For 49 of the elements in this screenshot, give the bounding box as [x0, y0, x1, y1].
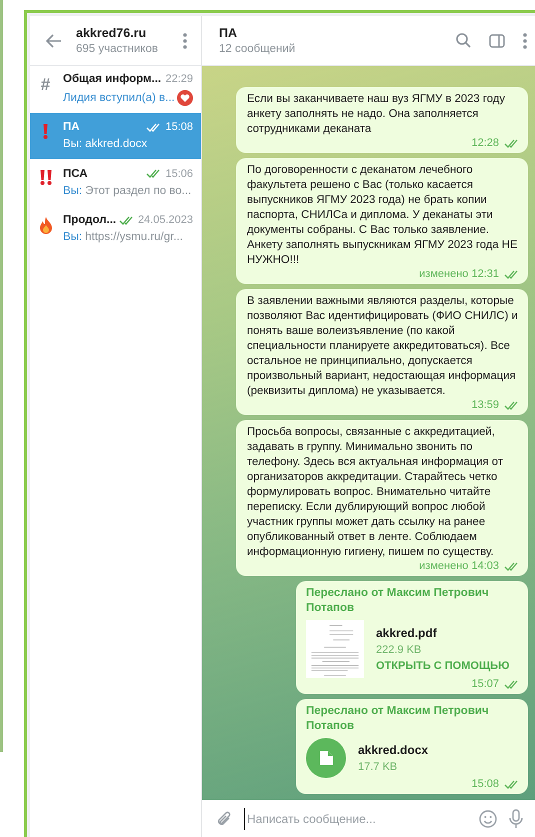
- document-thumbnail[interactable]: [306, 620, 364, 678]
- back-arrow-icon[interactable]: [46, 34, 62, 48]
- chat-name: Продол...: [63, 214, 116, 226]
- file-icon[interactable]: [306, 738, 346, 778]
- chat-title: ПА: [219, 26, 238, 40]
- attach-icon[interactable]: [216, 810, 232, 828]
- exclamation-icon: [43, 124, 48, 138]
- message-time: 13:59: [471, 399, 499, 412]
- message-text: По договоренности с деканатом лечебного факультета решено с Вас (только касается выпускников ЯГМУ 2023 года) не брать копии паспорта, СНИЛСа и диплома. У деканаты эти документы собраны. С Вас только заявление. Анкету заполнять выпускникам ЯГМУ 2023 года НЕ НУЖНО!!!: [247, 163, 519, 268]
- chat-name: Общая информ...: [63, 72, 162, 85]
- chat-time: 15:06: [165, 168, 193, 180]
- message-text: В заявлении важными являются разделы, которые позволяют Вас идентифицировать (ФИО СНИЛС) и понять ваше волеизъявление (по какой специальности планируете аккредитоваться). Все остальное не принципиально, допускается произвольный вариант, недостающая информация (реквизиты диплома) не указывается.: [247, 294, 519, 399]
- fire-icon: [38, 216, 52, 234]
- chat-time: 15:08: [165, 121, 193, 134]
- hash-icon: #: [40, 77, 50, 93]
- message-text: Просьба вопросы, связанные с аккредитацией, задавать в группу. Минимально звонить по телефону. Здесь вся актуальная информация от организаторов аккредитации. Старайтесь четко формулировать вопрос. Внимательно читайте переписку. Если дублирующий вопрос любой участник группы может дать ссылку на ранее опубликованный ответ в ленте. Соблюдаем информационную гигиену, пишем по существу.: [247, 425, 504, 560]
- search-icon[interactable]: [456, 33, 471, 48]
- more-icon[interactable]: [183, 32, 187, 48]
- more-icon[interactable]: [523, 32, 527, 48]
- chat-list-item[interactable]: Продол... 24.05.2023 Вы: https://ysmu.ru/gr...: [30, 206, 201, 252]
- message-text: Если вы заканчиваете наш вуз ЯГМУ в 2023 году анкету заполнять не надо. Она заполняется сотрудниками деканата: [247, 92, 506, 137]
- message-time: изменено 14:03: [419, 560, 499, 573]
- chat-time: 24.05.2023: [138, 214, 193, 226]
- chat-name: ПА: [63, 121, 81, 134]
- microphone-icon[interactable]: [509, 808, 523, 828]
- message-time: 15:08: [471, 778, 499, 791]
- chat-time: 22:29: [165, 72, 193, 85]
- file-name: akkred.pdf: [376, 626, 438, 640]
- emoji-icon[interactable]: [479, 810, 497, 828]
- message-count: 12 сообщений: [219, 43, 296, 55]
- message-preview: Вы: https://ysmu.ru/gr...: [63, 231, 184, 244]
- message-time: изменено 12:31: [419, 268, 499, 281]
- message-time: 12:28: [471, 137, 499, 150]
- message-time: 15:07: [471, 678, 499, 691]
- file-size: 222.9 KB: [376, 644, 422, 656]
- file-name: akkred.docx: [358, 743, 428, 757]
- group-title: akkred76.ru: [76, 26, 148, 40]
- member-count: 695 участников: [76, 43, 159, 55]
- file-size: 17.7 KB: [358, 761, 398, 773]
- chat-name: ПСА: [63, 168, 89, 180]
- forwarded-from: Переслано от Максим Петрович Потапов: [306, 586, 490, 616]
- sidebar-toggle-icon[interactable]: [489, 34, 505, 48]
- chat-list-item[interactable]: # Общая информ... 22:29 Лидия вступил(а) в...: [30, 66, 201, 112]
- message-preview: Вы: akkred.docx: [63, 138, 148, 150]
- message-preview: Лидия вступил(а) в...: [63, 92, 174, 104]
- message-preview: Вы: Этот раздел по во...: [63, 184, 192, 197]
- chat-list-item[interactable]: ПСА 15:06 Вы: Этот раздел по во...: [30, 159, 201, 206]
- double-exclamation-icon: [40, 170, 52, 185]
- forwarded-from: Переслано от Максим Петрович Потапов: [306, 704, 490, 734]
